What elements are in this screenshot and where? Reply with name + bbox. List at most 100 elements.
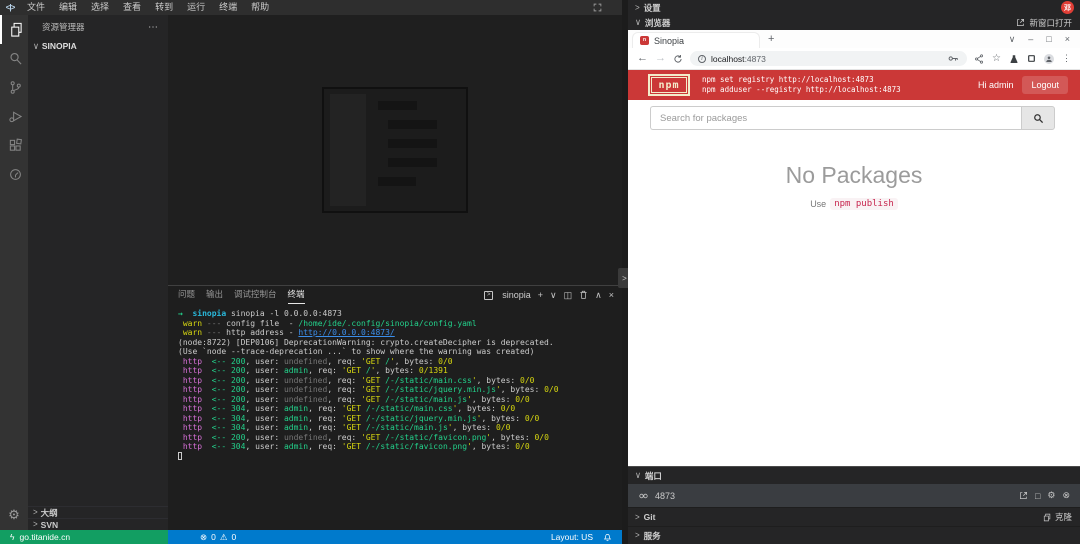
outline-section[interactable]: > 大纲 — [28, 506, 168, 518]
package-search-input[interactable] — [650, 106, 1021, 130]
terminal-output[interactable]: → sinopia sinopia -l 0.0.0.0:4873 warn -… — [168, 304, 622, 530]
panel-tab-3[interactable]: 终端 — [288, 286, 305, 304]
extensions-icon[interactable] — [0, 131, 28, 160]
keyboard-layout[interactable]: Layout: US — [551, 532, 593, 542]
sidebar-title: 资源管理器 — [42, 21, 85, 33]
notifications-bell-icon[interactable] — [603, 532, 612, 542]
source-control-icon[interactable] — [0, 73, 28, 102]
npm-favicon-icon: n — [640, 36, 649, 45]
password-key-icon[interactable] — [948, 54, 959, 63]
menu-item-4[interactable]: 转到 — [148, 0, 180, 15]
preview-in-editor-icon[interactable]: □ — [1035, 491, 1040, 501]
close-panel-icon[interactable]: × — [609, 290, 614, 300]
folder-name: SINOPIA — [42, 41, 77, 51]
terminal-cursor — [178, 452, 182, 460]
logout-button[interactable]: Logout — [1022, 76, 1068, 94]
panel-tab-bar: 问题输出调试控制台终端 > sinopia + ∨ ◫ ∧ × — [168, 286, 622, 304]
remote-indicator[interactable]: ϟ go.titanide.cn — [0, 530, 168, 544]
menu-item-7[interactable]: 帮助 — [244, 0, 276, 15]
remote-host: go.titanide.cn — [20, 532, 71, 542]
new-terminal-icon[interactable]: + — [538, 290, 543, 300]
browser-profile-icon[interactable] — [1044, 54, 1054, 64]
stop-forwarding-icon[interactable]: ⊗ — [1062, 490, 1070, 501]
reload-icon[interactable] — [673, 54, 683, 64]
menu-item-5[interactable]: 运行 — [180, 0, 212, 15]
chevron-right-icon: > — [33, 520, 38, 530]
browser-tab-title: Sinopia — [654, 36, 747, 46]
ide-region: <|> 文件编辑选择查看转到运行终端帮助 — [0, 0, 622, 544]
npm-logo: npm — [648, 74, 690, 96]
editor-watermark — [322, 87, 468, 213]
npm-user-area: Hi admin Logout — [978, 76, 1068, 94]
kill-terminal-icon[interactable] — [579, 290, 588, 300]
forward-icon[interactable]: → — [655, 53, 666, 64]
split-terminal-icon[interactable]: ◫ — [564, 290, 573, 301]
git-clone-button[interactable]: 克隆 — [1042, 511, 1072, 523]
search-submit-button[interactable] — [1021, 106, 1055, 130]
maximize-panel-icon[interactable]: ∧ — [595, 290, 602, 301]
services-section-header[interactable]: > 服务 — [628, 526, 1080, 544]
terminal-actions: > sinopia + ∨ ◫ ∧ × — [484, 290, 614, 301]
menu-item-2[interactable]: 选择 — [84, 0, 116, 15]
tab-search-chevron-icon[interactable]: ∨ — [1009, 34, 1016, 45]
problems-indicator[interactable]: ⊗ 0 ⚠ 0 — [200, 532, 236, 543]
svn-section[interactable]: > SVN — [28, 518, 168, 530]
forwarded-port-row[interactable]: 4873 □ ⚙ ⊗ — [628, 484, 1080, 507]
search-icon[interactable] — [0, 44, 28, 73]
browser-section-header[interactable]: ∨ 浏览器 新窗口打开 — [628, 15, 1080, 30]
extension-box-icon[interactable] — [1027, 54, 1036, 63]
share-icon[interactable] — [974, 54, 984, 64]
chevron-down-icon: ∨ — [635, 18, 641, 28]
minimize-icon[interactable]: – — [1028, 34, 1033, 44]
git-clone-label: 克隆 — [1055, 511, 1072, 523]
bookmark-star-icon[interactable]: ☆ — [992, 53, 1001, 64]
site-info-icon[interactable]: i — [698, 55, 706, 63]
menu-bar: 文件编辑选择查看转到运行终端帮助 — [20, 0, 276, 15]
terminal-panel: 问题输出调试控制台终端 > sinopia + ∨ ◫ ∧ × — [168, 285, 622, 530]
close-window-icon[interactable]: × — [1065, 34, 1070, 44]
explorer-sidebar: 资源管理器 ⋯ ∨ SINOPIA > 大纲 > SVN — [28, 15, 168, 530]
right-panel: > 设置 邓 ∨ 浏览器 新窗口打开 n Sinopia + ∨ — [628, 0, 1080, 544]
restore-icon[interactable]: □ — [1046, 34, 1051, 44]
user-avatar[interactable]: 邓 — [1061, 1, 1074, 14]
open-new-window-label: 新窗口打开 — [1029, 17, 1072, 29]
browser-tab-sinopia[interactable]: n Sinopia — [632, 32, 760, 48]
git-section-header[interactable]: > Git 克隆 — [628, 507, 1080, 526]
chevron-right-icon: > — [635, 531, 640, 541]
folder-section-sinopia[interactable]: ∨ SINOPIA — [28, 39, 168, 53]
open-in-browser-icon[interactable] — [1019, 491, 1028, 500]
menu-item-1[interactable]: 编辑 — [52, 0, 84, 15]
ports-section-header[interactable]: ∨ 端口 — [628, 466, 1080, 484]
port-actions: □ ⚙ ⊗ — [1019, 490, 1070, 501]
explorer-icon[interactable] — [0, 15, 28, 44]
watermark-sidebar-shape — [330, 94, 366, 206]
warning-icon: ⚠ — [220, 532, 228, 543]
menu-item-3[interactable]: 查看 — [116, 0, 148, 15]
runtime-status-icon[interactable] — [0, 160, 28, 189]
npm-cmd-registry: npm set registry http://localhost:4873 — [702, 75, 901, 85]
back-icon[interactable]: ← — [637, 53, 648, 64]
settings-section-header[interactable]: > 设置 邓 — [628, 0, 1080, 15]
npm-header: npm npm set registry http://localhost:48… — [628, 70, 1080, 100]
editor-column: 问题输出调试控制台终端 > sinopia + ∨ ◫ ∧ × — [168, 15, 622, 530]
port-settings-gear-icon[interactable]: ⚙ — [1047, 490, 1055, 501]
terminal-shell-name[interactable]: sinopia — [502, 290, 531, 300]
terminal-dropdown-icon[interactable]: ∨ — [550, 290, 557, 301]
ide-body: ⚙ 资源管理器 ⋯ ∨ SINOPIA > 大纲 > SVN — [0, 15, 622, 530]
browser-tab-strip: n Sinopia + ∨ – □ × — [628, 30, 1080, 48]
url-bar[interactable]: i localhost:4873 — [690, 51, 967, 66]
menu-item-0[interactable]: 文件 — [20, 0, 52, 15]
more-actions-icon[interactable]: ⋯ — [148, 22, 158, 33]
editor-area — [168, 15, 622, 285]
panel-tab-2[interactable]: 调试控制台 — [234, 286, 277, 304]
panel-tab-1[interactable]: 输出 — [206, 286, 223, 304]
extension-flask-icon[interactable] — [1009, 54, 1019, 64]
open-new-window-button[interactable]: 新窗口打开 — [1016, 17, 1072, 29]
manage-gear-icon[interactable]: ⚙ — [0, 502, 28, 528]
run-debug-icon[interactable] — [0, 102, 28, 131]
new-tab-icon[interactable]: + — [768, 33, 774, 45]
browser-menu-kebab-icon[interactable]: ⋮ — [1062, 53, 1071, 64]
menu-item-6[interactable]: 终端 — [212, 0, 244, 15]
panel-tab-0[interactable]: 问题 — [178, 286, 195, 304]
fullscreen-icon[interactable] — [593, 3, 602, 12]
